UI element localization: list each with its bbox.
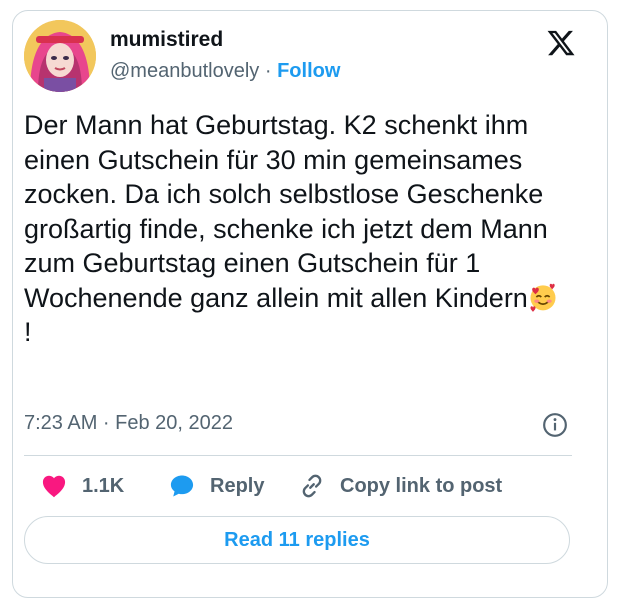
reply-bubble-icon	[170, 475, 194, 497]
handle-separator: ·	[264, 60, 272, 82]
copy-link-button[interactable]: Copy link to post	[298, 470, 502, 502]
post-body: Der Mann hat Geburtstag. K2 schenkt ihm …	[24, 110, 548, 313]
copy-link-label: Copy link to post	[340, 474, 503, 497]
author-display-name[interactable]: mumistired	[110, 28, 223, 52]
read-replies-button[interactable]: Read 11 replies	[24, 516, 570, 564]
avatar-illustration-icon	[24, 20, 96, 92]
heart-icon	[42, 475, 66, 498]
like-count: 1.1K	[82, 474, 125, 497]
link-icon	[302, 474, 322, 498]
avatar[interactable]	[24, 20, 96, 92]
info-icon[interactable]	[542, 412, 568, 438]
post-trailing: !	[24, 317, 32, 347]
divider	[24, 455, 572, 456]
reply-button[interactable]: Reply	[168, 470, 264, 502]
post-text: Der Mann hat Geburtstag. K2 schenkt ihm …	[24, 108, 564, 350]
author-handle[interactable]: @meanbutlovely	[110, 60, 259, 82]
read-replies-label: Read 11 replies	[224, 528, 370, 551]
like-button[interactable]: 1.1K	[40, 470, 124, 502]
author-handle-line: @meanbutlovely · Follow	[110, 60, 340, 83]
follow-button[interactable]: Follow	[277, 60, 340, 82]
x-logo-icon[interactable]	[546, 28, 576, 58]
post-timestamp[interactable]: 7:23 AM · Feb 20, 2022	[24, 412, 233, 435]
reply-label: Reply	[210, 474, 265, 497]
smiling-face-with-hearts-icon	[530, 283, 556, 312]
